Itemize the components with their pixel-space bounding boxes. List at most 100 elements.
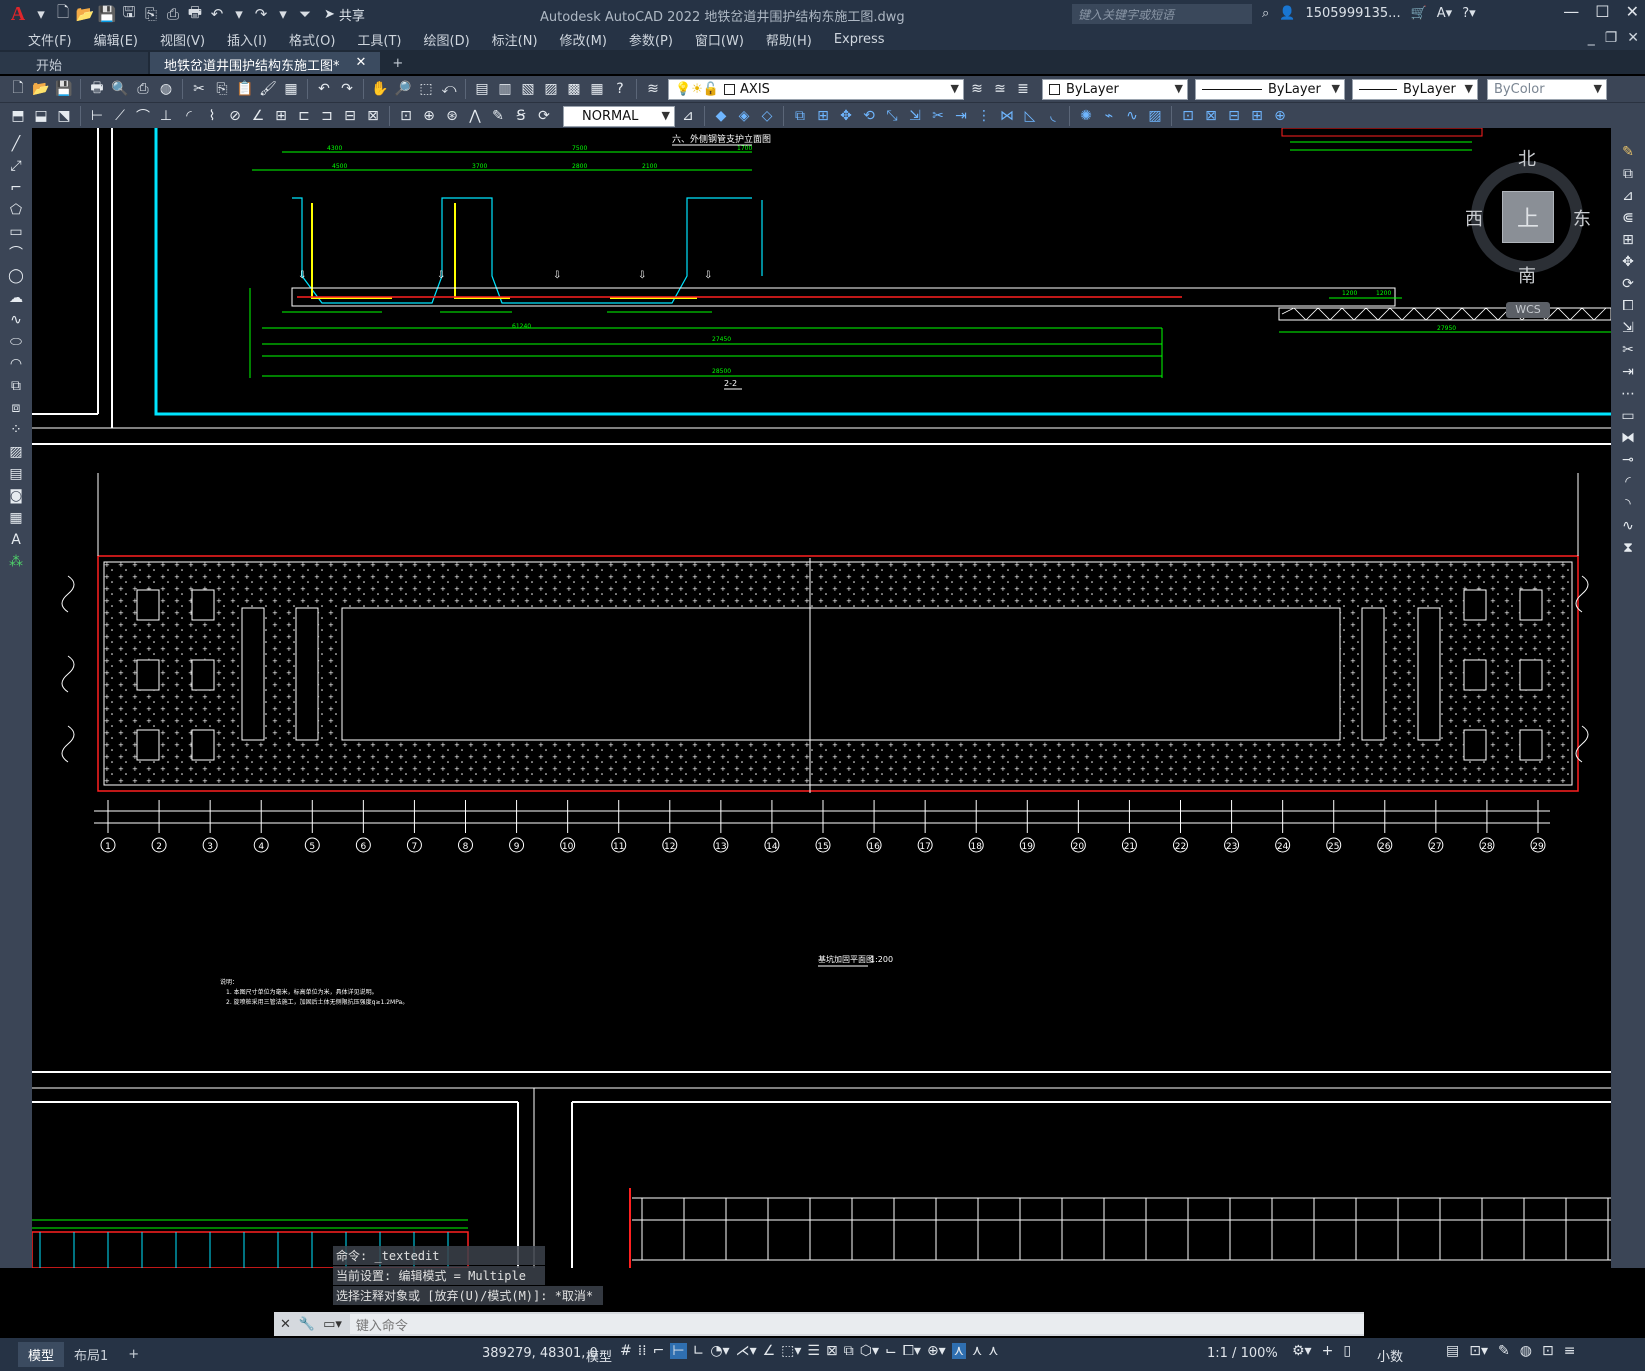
new-icon[interactable]: 🗋 [8, 79, 28, 99]
linear-dim-icon[interactable]: ⊢ [87, 106, 107, 126]
circle-icon[interactable]: ◯ [4, 266, 28, 286]
baseline-dim-icon[interactable]: ⊏ [294, 106, 314, 126]
copy-icon[interactable]: ⧉ [1616, 164, 1640, 184]
user-name[interactable]: 1505999135... [1305, 6, 1400, 21]
isolate-objects-icon[interactable]: ✎ [1498, 1343, 1510, 1359]
inspection-icon[interactable]: ⊛ [442, 106, 462, 126]
blend-curves-icon[interactable]: ◝ [1616, 494, 1640, 514]
menu-tools[interactable]: 工具(T) [346, 30, 412, 49]
units-icon[interactable]: ▯ [1343, 1343, 1351, 1359]
lineweight-dropdown[interactable]: ByLayer ▼ [1352, 78, 1478, 100]
chamfer-icon[interactable]: ◺ [1020, 106, 1040, 126]
cut-icon[interactable]: ✂ [189, 79, 209, 99]
quick-properties-icon[interactable]: ▤ [1446, 1343, 1459, 1359]
rotate-icon[interactable]: ⟲ [859, 106, 879, 126]
doc-minimize-icon[interactable]: _ [1588, 30, 1595, 46]
sheet-set-icon[interactable]: ▨ [541, 79, 561, 99]
table-icon[interactable]: ▦ [4, 508, 28, 528]
save-as-icon[interactable]: 🖫 [118, 2, 140, 27]
arc-length-icon[interactable]: ⌒ [133, 106, 153, 126]
menu-format[interactable]: 格式(O) [278, 30, 346, 49]
menu-draw[interactable]: 绘图(D) [413, 30, 481, 49]
wcs-menu-button[interactable]: WCS [1506, 302, 1550, 318]
plot-icon[interactable]: 🖶 [184, 2, 206, 27]
publish-icon[interactable]: ⎙ [133, 79, 153, 99]
dim-break-icon[interactable]: ⊠ [363, 106, 383, 126]
user-icon[interactable]: 👤 [1279, 6, 1295, 21]
pan-icon[interactable]: ✋ [370, 79, 390, 99]
copy-icon[interactable]: ⎘ [212, 79, 232, 99]
paste-icon[interactable]: 📋 [235, 79, 255, 99]
menu-view[interactable]: 视图(V) [149, 30, 216, 49]
tab-drawing[interactable]: 地铁岔道井围护结构东施工图* ✕ [150, 52, 381, 74]
polar-icon[interactable]: ◔▾ [710, 1343, 729, 1359]
layer-previous-icon[interactable]: ≊ [990, 79, 1010, 99]
diameter-dim-icon[interactable]: ⊘ [225, 106, 245, 126]
linetype-dropdown[interactable]: ByLayer ▼ [1195, 78, 1345, 100]
offset-icon[interactable]: ⧉ [790, 106, 810, 126]
command-input[interactable]: 键入命令 [349, 1314, 1364, 1334]
dim-space-icon[interactable]: ⊟ [340, 106, 360, 126]
spline-edit-icon[interactable]: ∿ [1616, 516, 1640, 536]
dimstyle-dropdown[interactable]: NORMAL ▼ [563, 105, 675, 127]
hatch-icon[interactable]: ▨ [4, 442, 28, 462]
erase-icon[interactable]: ◆ [711, 106, 731, 126]
clean-screen-icon[interactable]: ⊡ [1542, 1343, 1554, 1359]
aligned-dim-icon[interactable]: ⟋ [110, 106, 130, 126]
save-icon[interactable]: 💾 [96, 5, 118, 23]
redo-icon[interactable]: ↷ [337, 79, 357, 99]
scale-icon[interactable]: ⤡ [882, 106, 902, 126]
doc-restore-icon[interactable]: ❐ [1605, 30, 1618, 46]
menu-edit[interactable]: 编辑(E) [83, 30, 149, 49]
angular-dim-icon[interactable]: ∠ [248, 106, 268, 126]
break-icon[interactable]: ▭ [1616, 406, 1640, 426]
annotation-scale-readout[interactable]: 1:1 / 100% [1207, 1346, 1278, 1361]
markup-icon[interactable]: ▩ [564, 79, 584, 99]
selection-filter-icon[interactable]: ⧠▾ [903, 1343, 921, 1359]
open-file-icon[interactable]: 📂 [74, 5, 96, 23]
menu-dimension[interactable]: 标注(N) [481, 30, 549, 49]
3d-osnap-icon[interactable]: ⬡▾ [860, 1343, 879, 1359]
send-back-icon[interactable]: ⬔ [54, 106, 74, 126]
make-block-icon[interactable]: ⊠ [1201, 106, 1221, 126]
grid-icon[interactable]: # [620, 1343, 632, 1359]
save-icon[interactable]: 💾 [54, 79, 74, 99]
search-input[interactable]: 键入关键字或短语 [1072, 4, 1252, 24]
menu-file[interactable]: 文件(F) [17, 30, 83, 49]
close-icon[interactable]: ✕ [1626, 2, 1639, 21]
trim-icon[interactable]: ✂ [928, 106, 948, 126]
drawing-canvas[interactable]: 六、外侧钢管支护立面图 4300 7500 1700 4500 3700 280… [32, 128, 1611, 1268]
region-icon[interactable]: ◙ [4, 486, 28, 506]
menu-help[interactable]: 帮助(H) [755, 30, 823, 49]
undo-icon[interactable]: ↶ [206, 5, 228, 23]
make-current-icon[interactable]: ≋ [967, 79, 987, 99]
mirror-icon[interactable]: ◇ [757, 106, 777, 126]
center-mark-icon[interactable]: ⊕ [419, 106, 439, 126]
auto-scale-icon[interactable]: ⋏ [972, 1343, 982, 1359]
explode-icon[interactable]: ✺ [1076, 106, 1096, 126]
web-save-icon[interactable]: ⎙ [162, 5, 184, 23]
units-readout[interactable]: 小数 [1377, 1346, 1403, 1365]
zoom-window-icon[interactable]: ⬚ [416, 79, 436, 99]
isodraft-icon[interactable]: ⋌▾ [736, 1343, 757, 1359]
plotstyle-dropdown[interactable]: ByColor ▼ [1487, 78, 1607, 100]
hardware-acceleration-icon[interactable]: ◍ [1520, 1343, 1532, 1359]
erase-icon[interactable]: ✎ [1616, 142, 1640, 162]
viewcube[interactable]: 上 北 南 西 东 [1465, 145, 1591, 295]
break-icon[interactable]: ⋮ [974, 106, 994, 126]
properties-icon[interactable]: ▤ [472, 79, 492, 99]
menu-express[interactable]: Express [823, 32, 896, 47]
annotation-scale-icon[interactable]: ⋏ [988, 1343, 998, 1359]
fillet-icon[interactable]: ◜ [1616, 472, 1640, 492]
redo-dropdown-icon[interactable]: ▾ [272, 5, 294, 23]
join-icon[interactable]: ⋈ [997, 106, 1017, 126]
dim-text-edit-icon[interactable]: Ꞩ [511, 106, 531, 126]
jogged-linear-icon[interactable]: ⋀ [465, 106, 485, 126]
break-at-point-icon[interactable]: ⋯ [1616, 384, 1640, 404]
point-icon[interactable]: ⁘ [4, 420, 28, 440]
polygon-icon[interactable]: ⬠ [4, 200, 28, 220]
help-icon[interactable]: ?▾ [1462, 6, 1475, 21]
rectangle-icon[interactable]: ▭ [4, 222, 28, 242]
tool-palettes-icon[interactable]: ▧ [518, 79, 538, 99]
viewcube-top-face[interactable]: 上 [1502, 191, 1554, 243]
